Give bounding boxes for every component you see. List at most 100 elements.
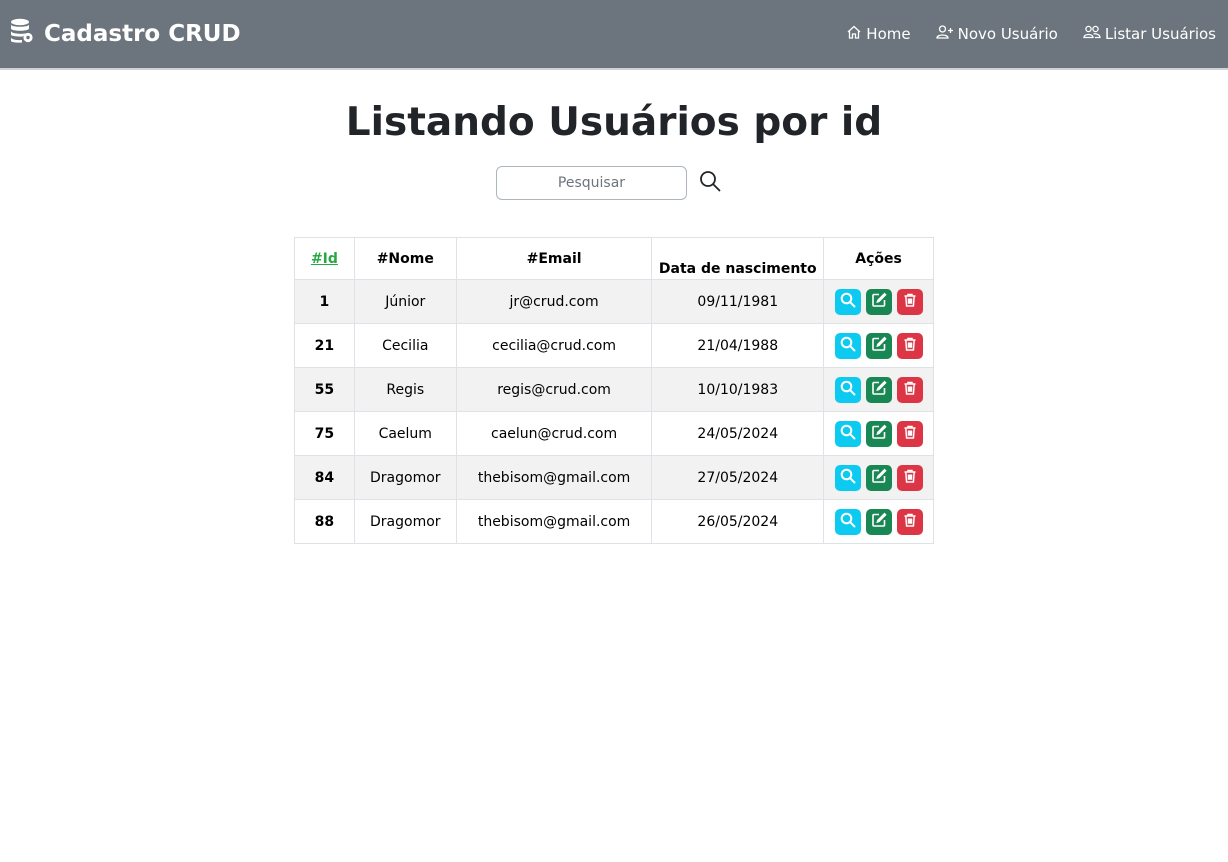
delete-user-button[interactable] (896, 508, 923, 535)
search-icon (840, 336, 856, 356)
trash-icon (902, 292, 918, 312)
edit-user-button[interactable] (865, 464, 892, 491)
search-icon (840, 424, 856, 444)
cell-nome: Regis (353, 367, 457, 412)
cell-nome: Cecilia (353, 323, 457, 368)
trash-icon (902, 468, 918, 488)
table-row: 88 Dragomor thebisom@gmail.com 26/05/2024 (294, 499, 934, 544)
view-user-button[interactable] (834, 376, 861, 403)
row-actions (824, 332, 933, 359)
cell-nascimento: 27/05/2024 (651, 455, 825, 500)
edit-icon (871, 468, 887, 488)
row-actions (824, 288, 933, 315)
trash-icon (902, 380, 918, 400)
delete-user-button[interactable] (896, 332, 923, 359)
nav-listar-usuarios[interactable]: Listar Usuários (1083, 24, 1216, 44)
cell-nascimento: 24/05/2024 (651, 411, 825, 456)
row-actions (824, 420, 933, 447)
cell-id: 75 (294, 411, 355, 456)
row-actions (824, 376, 933, 403)
cell-id: 88 (294, 499, 355, 544)
edit-user-button[interactable] (865, 332, 892, 359)
edit-icon (871, 380, 887, 400)
edit-user-button[interactable] (865, 288, 892, 315)
database-gear-icon (10, 18, 44, 50)
row-actions (824, 508, 933, 535)
cell-nascimento: 10/10/1983 (651, 367, 825, 412)
nav-home-label: Home (866, 25, 911, 43)
brand-link[interactable]: Cadastro CRUD (10, 18, 241, 50)
table-row: 1 Júnior jr@crud.com 09/11/1981 (294, 279, 934, 324)
search-icon (840, 380, 856, 400)
cell-nome: Caelum (353, 411, 457, 456)
sort-by-id-link[interactable]: #Id (311, 251, 338, 267)
cell-email: regis@crud.com (455, 367, 653, 412)
header-acoes: Ações (823, 237, 934, 280)
delete-user-button[interactable] (896, 420, 923, 447)
delete-user-button[interactable] (896, 288, 923, 315)
search-bar (496, 166, 722, 200)
search-icon (840, 468, 856, 488)
nav-links: Home Novo Usuário Listar Usuários (821, 24, 1216, 44)
page-title: Listando Usuários por id (345, 100, 883, 145)
cell-email: caelun@crud.com (455, 411, 653, 456)
cell-email: thebisom@gmail.com (455, 455, 653, 500)
search-icon (840, 292, 856, 312)
edit-icon (871, 336, 887, 356)
cell-acoes (823, 279, 934, 324)
cell-id: 55 (294, 367, 355, 412)
view-user-button[interactable] (834, 288, 861, 315)
cell-email: cecilia@crud.com (455, 323, 653, 368)
edit-user-button[interactable] (865, 376, 892, 403)
cell-acoes (823, 455, 934, 500)
cell-nome: Júnior (353, 279, 457, 324)
view-user-button[interactable] (834, 508, 861, 535)
view-user-button[interactable] (834, 332, 861, 359)
view-user-button[interactable] (834, 420, 861, 447)
edit-user-button[interactable] (865, 420, 892, 447)
trash-icon (902, 424, 918, 444)
edit-user-button[interactable] (865, 508, 892, 535)
table-row: 21 Cecilia cecilia@crud.com 21/04/1988 (294, 323, 934, 368)
cell-nome: Dragomor (353, 499, 457, 544)
cell-nascimento: 09/11/1981 (651, 279, 825, 324)
table-row: 84 Dragomor thebisom@gmail.com 27/05/2024 (294, 455, 934, 500)
cell-acoes (823, 367, 934, 412)
users-table: #Id #Nome #Email Data de nascimento Açõe… (294, 237, 934, 544)
search-button[interactable] (698, 171, 722, 195)
table-row: 75 Caelum caelun@crud.com 24/05/2024 (294, 411, 934, 456)
header-nascimento: Data de nascimento (651, 237, 825, 280)
cell-nascimento: 21/04/1988 (651, 323, 825, 368)
people-icon (1083, 24, 1105, 44)
edit-icon (871, 424, 887, 444)
table-row: 55 Regis regis@crud.com 10/10/1983 (294, 367, 934, 412)
cell-acoes (823, 411, 934, 456)
search-input[interactable] (496, 166, 687, 200)
nav-novo-usuario[interactable]: Novo Usuário (935, 24, 1058, 44)
table-header-row: #Id #Nome #Email Data de nascimento Açõe… (294, 237, 934, 280)
nav-home[interactable]: Home (846, 24, 911, 44)
delete-user-button[interactable] (896, 376, 923, 403)
person-plus-icon (935, 24, 958, 44)
edit-icon (871, 512, 887, 532)
delete-user-button[interactable] (896, 464, 923, 491)
header-email: #Email (455, 237, 653, 280)
cell-email: jr@crud.com (455, 279, 653, 324)
trash-icon (902, 336, 918, 356)
cell-email: thebisom@gmail.com (455, 499, 653, 544)
cell-id: 1 (294, 279, 355, 324)
edit-icon (871, 292, 887, 312)
brand-text: Cadastro CRUD (44, 21, 241, 47)
search-icon (840, 512, 856, 532)
cell-acoes (823, 323, 934, 368)
nav-listar-usuarios-label: Listar Usuários (1104, 25, 1216, 43)
cell-nascimento: 26/05/2024 (651, 499, 825, 544)
search-icon (699, 170, 721, 196)
row-actions (824, 464, 933, 491)
nav-novo-usuario-label: Novo Usuário (957, 25, 1058, 43)
cell-acoes (823, 499, 934, 544)
house-icon (846, 24, 866, 44)
view-user-button[interactable] (834, 464, 861, 491)
cell-nome: Dragomor (353, 455, 457, 500)
trash-icon (902, 512, 918, 532)
